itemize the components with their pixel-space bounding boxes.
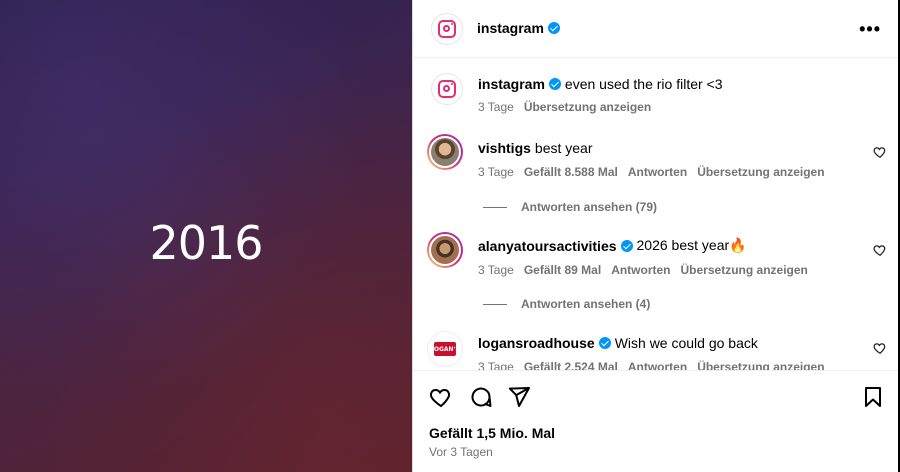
view-replies-label: Antworten ansehen (79) — [521, 200, 658, 214]
verified-badge-icon — [620, 239, 633, 252]
view-replies-label: Antworten ansehen (4) — [521, 297, 651, 311]
post-side-panel: instagram ••• instagram even used the ri… — [412, 0, 899, 472]
bookmark-icon[interactable] — [861, 385, 885, 409]
comment-line: vishtigs best year — [478, 140, 593, 156]
commenter-avatar[interactable] — [427, 134, 463, 170]
heart-icon[interactable] — [429, 385, 453, 409]
comment-age[interactable]: 3 Tage — [478, 360, 514, 370]
caption-meta: 3 Tage Übersetzung anzeigen — [478, 100, 651, 114]
commenter-avatar[interactable]: LOGAN'S — [427, 331, 463, 367]
comment-text: Wish we could go back — [614, 335, 758, 351]
post-header: instagram ••• — [413, 0, 899, 58]
caption-avatar[interactable] — [431, 73, 463, 105]
author-username: instagram — [477, 20, 544, 36]
reply-button[interactable]: Antworten — [628, 165, 687, 179]
instagram-logo-icon — [438, 80, 456, 98]
caption-age[interactable]: 3 Tage — [478, 100, 514, 114]
comment-meta: 3 Tage Gefällt 89 Mal Antworten Übersetz… — [478, 263, 808, 277]
translate-button[interactable]: Übersetzung anzeigen — [697, 165, 824, 179]
comment-like-heart-icon[interactable] — [873, 243, 887, 257]
comment-username[interactable]: vishtigs — [478, 140, 531, 156]
logans-logo: LOGAN'S — [430, 342, 460, 356]
comment-username[interactable]: alanyatoursactivities — [478, 238, 617, 254]
comment-like-heart-icon[interactable] — [873, 145, 887, 159]
caption-text: even used the rio filter <3 — [564, 76, 723, 92]
comment-meta: 3 Tage Gefällt 8.588 Mal Antworten Übers… — [478, 165, 825, 179]
comment-likes[interactable]: Gefällt 2.524 Mal — [524, 360, 618, 370]
like-count[interactable]: Gefällt 1,5 Mio. Mal — [429, 425, 555, 441]
comment-text: best year — [534, 140, 593, 156]
comment-username[interactable]: logansroadhouse — [478, 335, 595, 351]
more-options-icon[interactable]: ••• — [859, 20, 881, 38]
replies-divider — [483, 206, 507, 208]
caption-line: instagram even used the rio filter <3 — [478, 76, 723, 92]
comment-age[interactable]: 3 Tage — [478, 165, 514, 179]
replies-divider — [483, 303, 507, 305]
post-actions: Gefällt 1,5 Mio. Mal Vor 3 Tagen — [413, 370, 899, 472]
translate-button[interactable]: Übersetzung anzeigen — [697, 360, 824, 370]
media-overlay-text: 2016 — [149, 216, 263, 270]
author-avatar[interactable] — [431, 13, 463, 45]
view-replies-button[interactable]: Antworten ansehen (4) — [483, 297, 650, 311]
comment-meta: 3 Tage Gefällt 2.524 Mal Antworten Übers… — [478, 360, 825, 370]
verified-badge-icon — [548, 78, 561, 90]
translate-button[interactable]: Übersetzung anzeigen — [681, 263, 808, 277]
verified-badge-icon — [547, 22, 560, 34]
view-replies-button[interactable]: Antworten ansehen (79) — [483, 200, 657, 214]
comment-likes[interactable]: Gefällt 8.588 Mal — [524, 165, 618, 179]
commenter-avatar[interactable] — [427, 232, 463, 268]
send-icon[interactable] — [507, 385, 531, 409]
caption-username[interactable]: instagram — [478, 76, 545, 92]
post-media[interactable]: 2016 — [0, 0, 412, 472]
comment-line: logansroadhouse Wish we could go back — [478, 335, 758, 351]
comments-list[interactable]: instagram even used the rio filter <3 3 … — [413, 58, 899, 370]
comment-line: alanyatoursactivities 2026 best year🔥 — [478, 237, 747, 254]
comment-icon[interactable] — [469, 385, 493, 409]
comment-likes[interactable]: Gefällt 89 Mal — [524, 263, 601, 277]
caption-translate-button[interactable]: Übersetzung anzeigen — [524, 100, 651, 114]
author-name-link[interactable]: instagram — [477, 20, 560, 36]
post-timestamp[interactable]: Vor 3 Tagen — [429, 445, 493, 459]
verified-badge-icon — [598, 337, 611, 349]
comment-like-heart-icon[interactable] — [873, 341, 887, 355]
comment-text: 2026 best year🔥 — [636, 237, 747, 253]
comment-age[interactable]: 3 Tage — [478, 263, 514, 277]
instagram-logo-icon — [438, 20, 456, 38]
reply-button[interactable]: Antworten — [628, 360, 687, 370]
reply-button[interactable]: Antworten — [611, 263, 670, 277]
